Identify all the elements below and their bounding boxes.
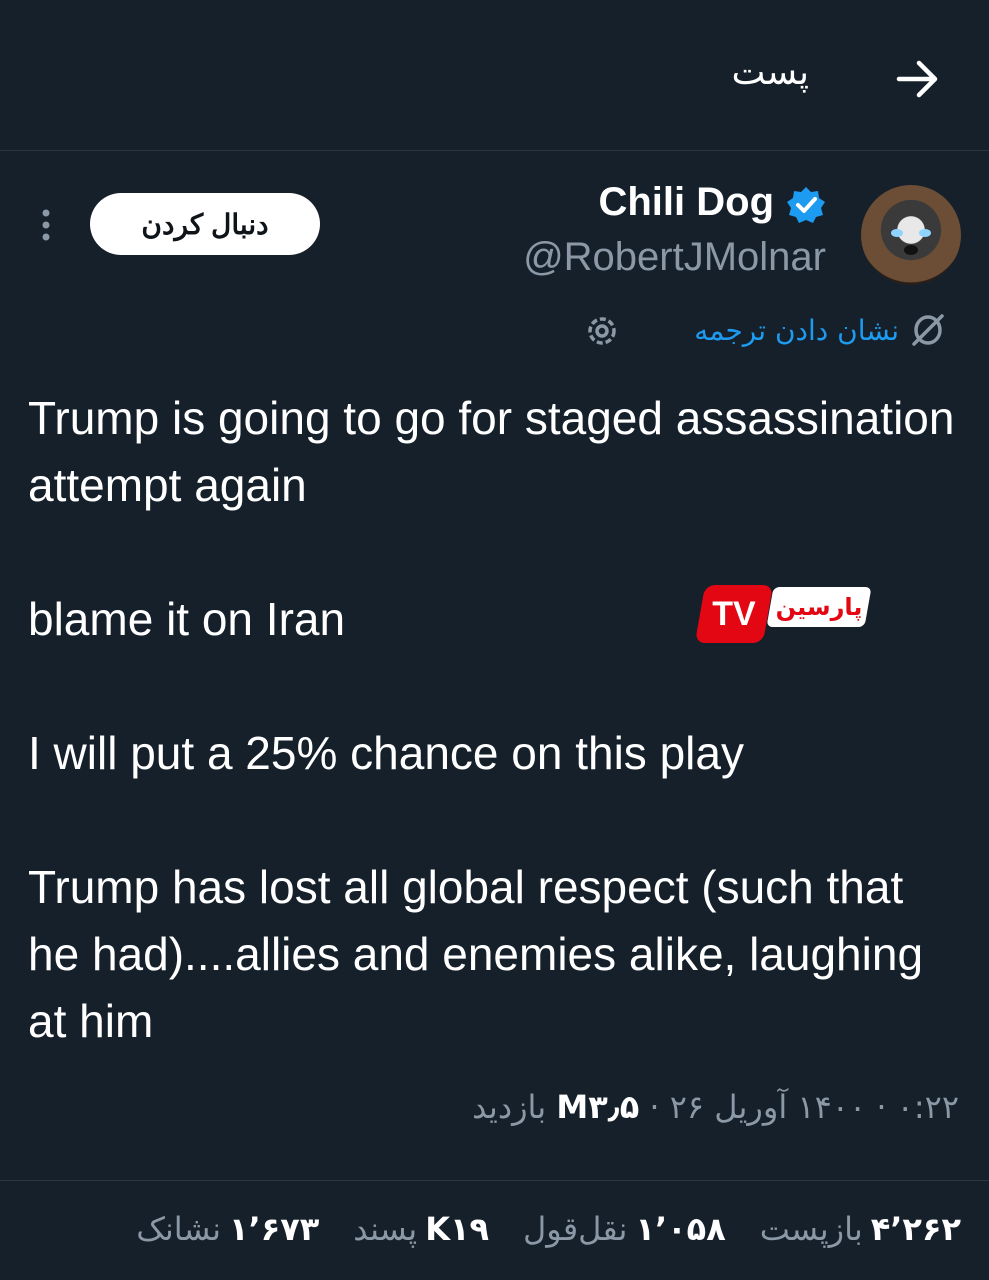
tweet-paragraph: Trump is going to go for staged assassin… [28,392,955,511]
reposts-stat[interactable]: ۴٬۲۶۲ بازپست [760,1210,961,1248]
quotes-stat[interactable]: ۱٬۰۵۸ نقل‌قول [523,1210,726,1248]
bookmarks-label: نشانک [136,1210,221,1248]
top-bar: پست [0,0,989,151]
gear-icon[interactable] [583,312,621,350]
show-translation-link[interactable]: نشان دادن ترجمه [694,308,947,352]
tweet-time[interactable]: ۰:۲۲ [897,1088,959,1126]
views-label: بازدید [472,1088,547,1126]
bookmarks-stat[interactable]: ۱٬۶۷۳ نشانک [136,1210,319,1248]
author-handle[interactable]: @RobertJMolnar [523,235,826,280]
more-options-icon[interactable] [34,205,58,245]
bookmarks-count: ۱٬۶۷۳ [229,1210,320,1248]
reposts-count: ۴٬۲۶۲ [870,1210,961,1248]
separator: · [649,1088,660,1126]
engagement-stats: ۴٬۲۶۲ بازپست ۱٬۰۵۸ نقل‌قول K۱۹ پسند ۱٬۶۷… [136,1210,961,1248]
quotes-count: ۱٬۰۵۸ [635,1210,726,1248]
separator: · [876,1088,887,1126]
page-title: پست [731,52,809,93]
author-display-name[interactable]: Chili Dog [598,180,774,225]
watermark-logo: TV پارسین [694,585,872,645]
tweet-paragraph: Trump has lost all global respect (such … [28,861,924,1047]
divider [0,1180,989,1181]
tweet-paragraph: I will put a 25% chance on this play [28,727,744,779]
logo-tv-text: TV [712,595,756,633]
translate-label: نشان دادن ترجمه [694,313,899,347]
translate-icon [912,314,944,346]
follow-button[interactable]: دنبال کردن [90,193,320,255]
likes-count: K۱۹ [425,1210,490,1248]
reposts-label: بازپست [759,1210,863,1248]
quotes-label: نقل‌قول [523,1210,628,1248]
arrow-right-icon[interactable] [891,52,945,106]
tweet-date[interactable]: ۱۴۰۰ آوریل ۲۶ [670,1088,866,1126]
views-count: M۳٫۵ [556,1088,640,1126]
tweet-metadata: ۰:۲۲ · ۱۴۰۰ آوریل ۲۶ · M۳٫۵ بازدید [472,1088,959,1126]
likes-stat[interactable]: K۱۹ پسند [353,1210,489,1248]
logo-word-text: پارسین [775,593,863,621]
likes-label: پسند [353,1210,418,1248]
avatar[interactable] [861,185,961,285]
verified-badge-icon [787,187,825,223]
tweet-text: Trump is going to go for staged assassin… [28,385,958,1055]
